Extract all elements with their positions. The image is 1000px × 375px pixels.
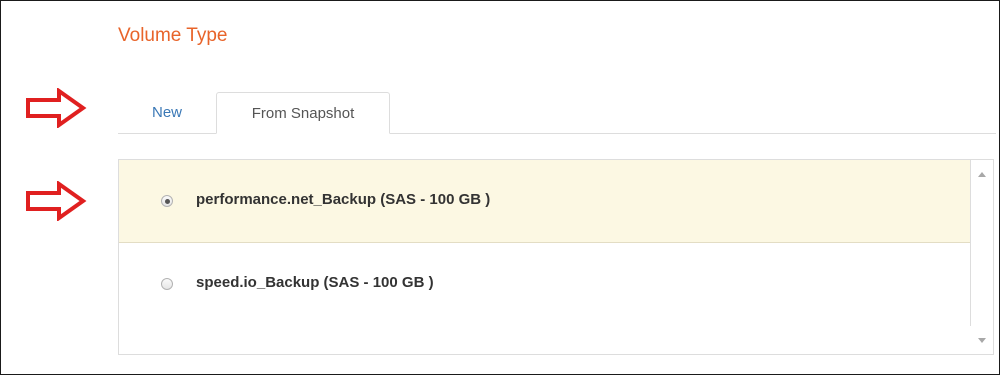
snapshot-option-label: performance.net_Backup (SAS - 100 GB ) bbox=[196, 191, 491, 208]
annotation-arrow-icon bbox=[26, 88, 87, 128]
window-frame: Volume Type New From Snapshot performanc… bbox=[0, 0, 1000, 375]
snapshot-option-label: speed.io_Backup (SAS - 100 GB ) bbox=[196, 274, 434, 291]
tab-new[interactable]: New bbox=[118, 92, 216, 133]
volume-type-tabs: New From Snapshot bbox=[118, 92, 996, 134]
snapshot-option[interactable]: speed.io_Backup (SAS - 100 GB ) bbox=[119, 243, 970, 326]
scroll-up-arrow-icon[interactable] bbox=[978, 172, 986, 177]
radio-button-checked[interactable] bbox=[161, 195, 173, 207]
snapshot-list: performance.net_Backup (SAS - 100 GB ) s… bbox=[118, 159, 994, 355]
scroll-down-arrow-icon[interactable] bbox=[978, 338, 986, 343]
snapshot-option[interactable]: performance.net_Backup (SAS - 100 GB ) bbox=[119, 160, 970, 243]
scrollbar[interactable] bbox=[971, 160, 993, 354]
radio-button[interactable] bbox=[161, 278, 173, 290]
section-title: Volume Type bbox=[118, 25, 228, 46]
annotation-arrow-icon bbox=[26, 181, 87, 221]
tab-from-snapshot[interactable]: From Snapshot bbox=[216, 92, 390, 134]
snapshot-list-items: performance.net_Backup (SAS - 100 GB ) s… bbox=[119, 160, 971, 326]
